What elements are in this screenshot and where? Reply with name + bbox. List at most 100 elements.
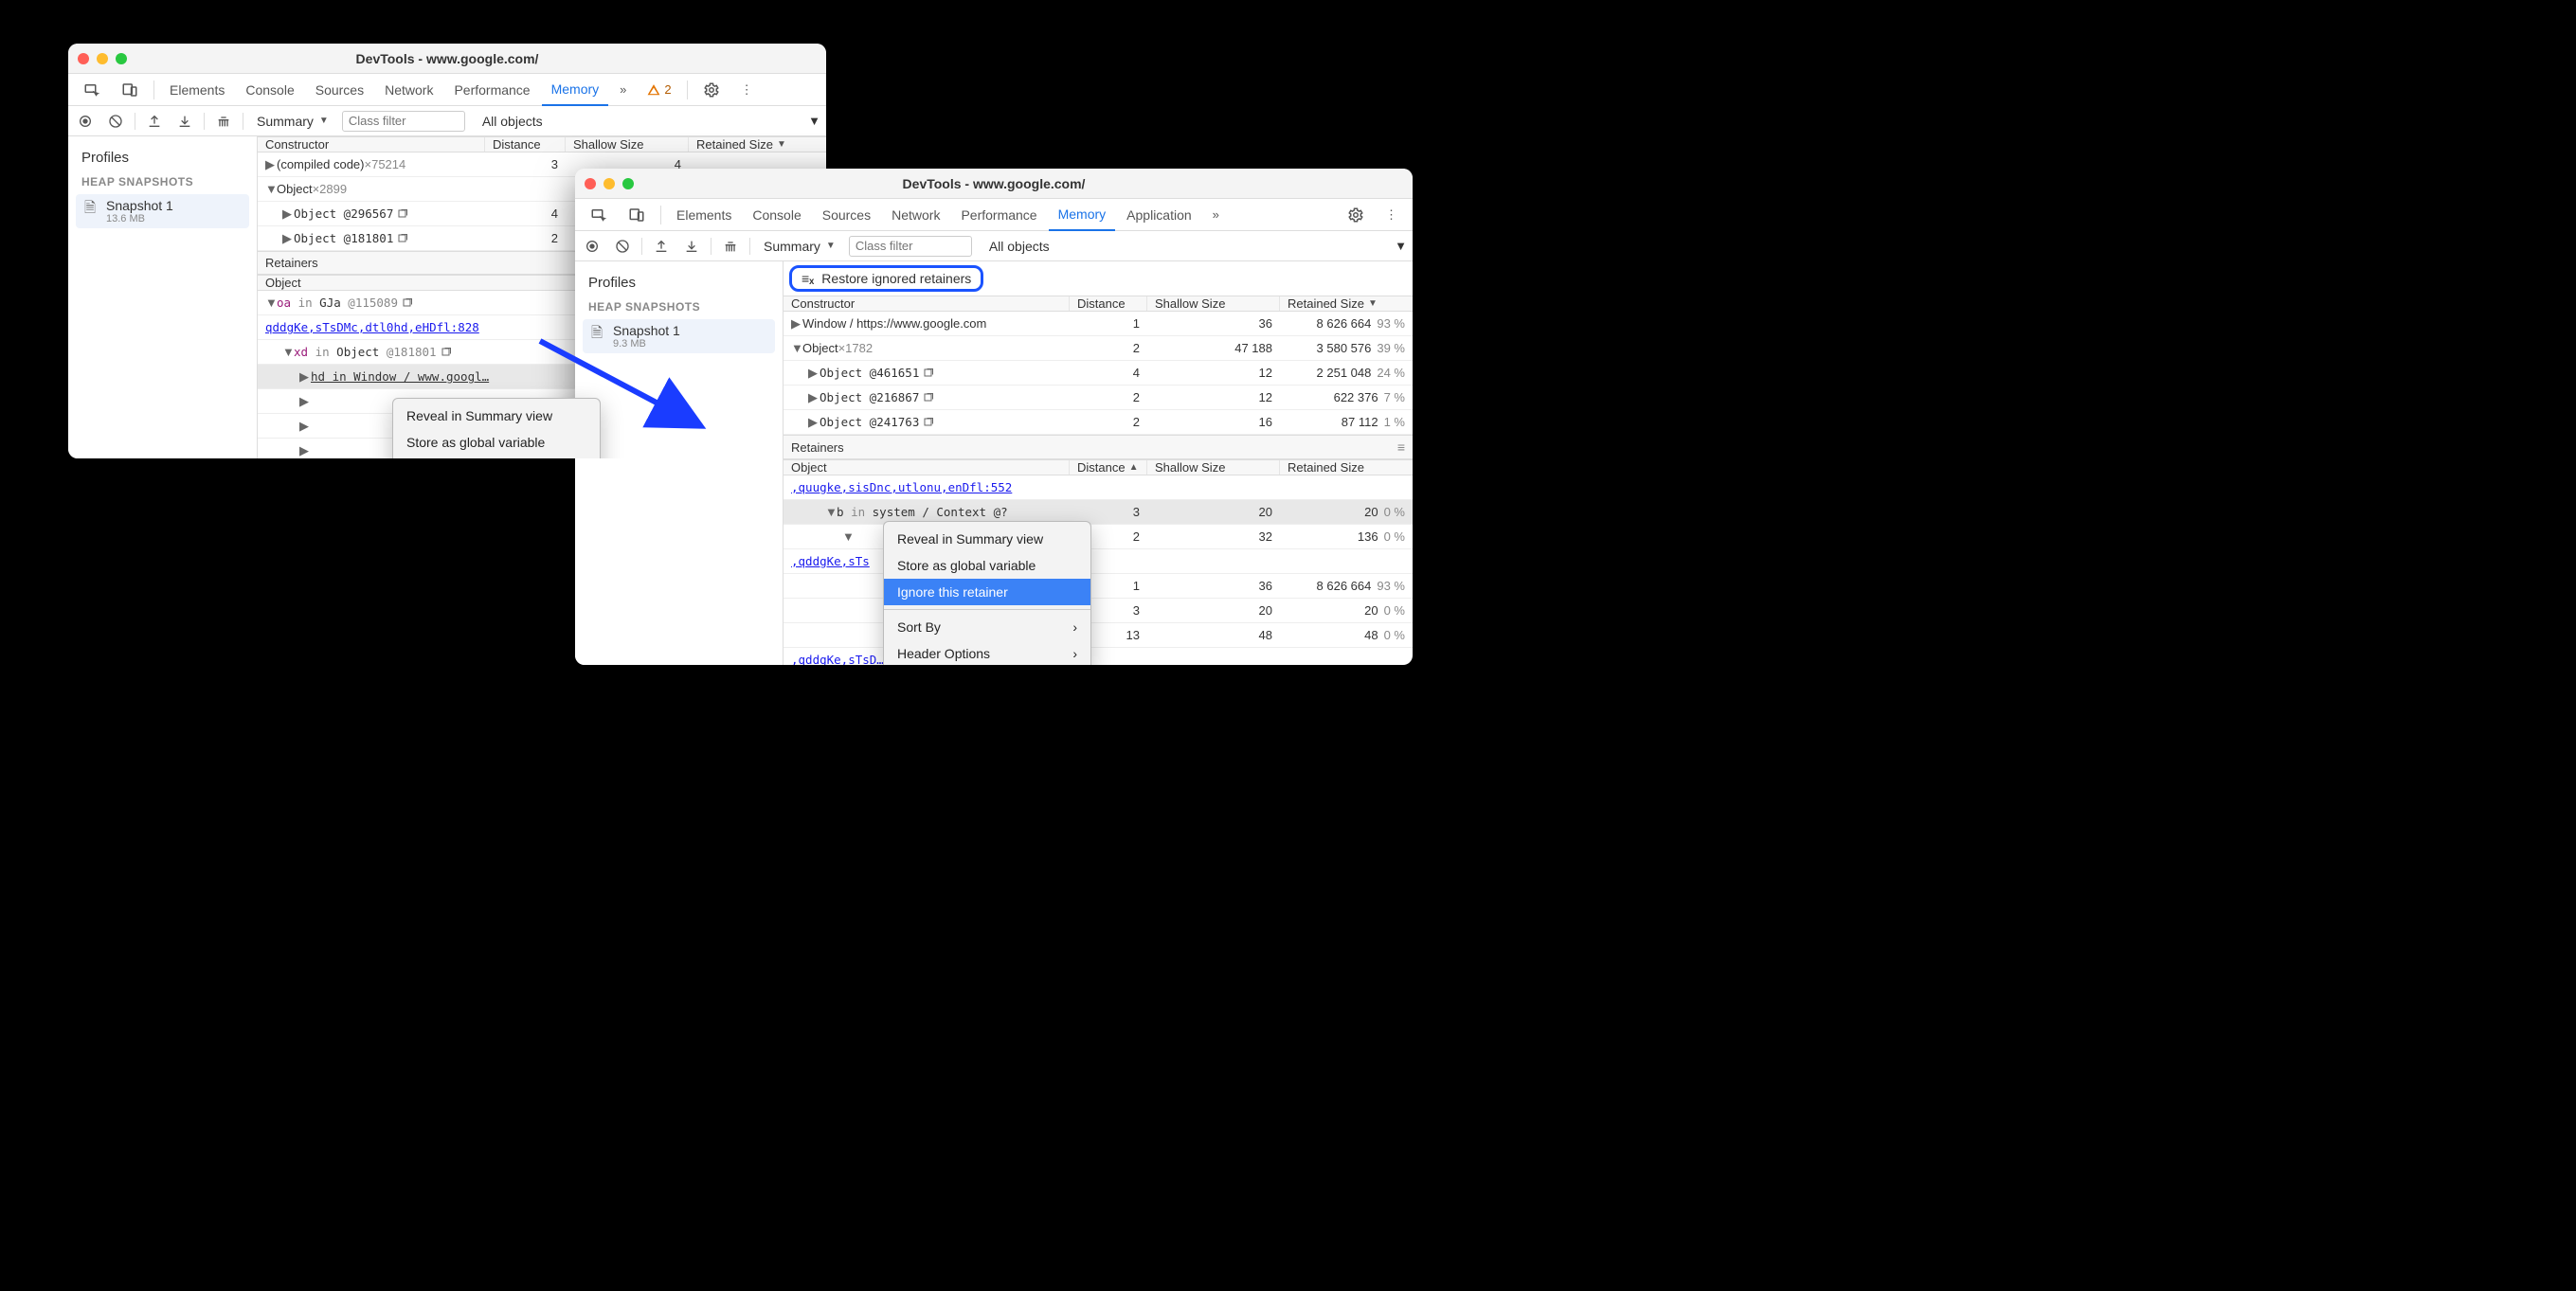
- expand-icon[interactable]: ▼: [791, 341, 801, 355]
- tab-elements[interactable]: Elements: [160, 74, 234, 106]
- col-distance[interactable]: Distance: [1070, 296, 1147, 311]
- zoom-icon[interactable]: [622, 178, 634, 189]
- ctx-reveal-summary[interactable]: Reveal in Summary view: [884, 526, 1090, 552]
- table-row[interactable]: ▼b in system / Context @?320200 %: [784, 500, 1413, 525]
- minimize-icon[interactable]: [603, 178, 615, 189]
- objects-filter-dropdown[interactable]: All objects: [983, 239, 1055, 254]
- expand-icon[interactable]: ▶: [808, 390, 818, 405]
- record-icon[interactable]: [74, 110, 97, 133]
- device-icon[interactable]: [112, 74, 148, 106]
- tab-sources[interactable]: Sources: [813, 199, 880, 231]
- table-row[interactable]: ▼2321360 %: [784, 525, 1413, 549]
- tab-memory[interactable]: Memory: [542, 74, 609, 106]
- clear-icon[interactable]: [611, 235, 634, 258]
- gc-icon[interactable]: [212, 110, 235, 133]
- table-row[interactable]: 1368 626 66493 %: [784, 574, 1413, 599]
- class-filter-input[interactable]: [849, 236, 972, 257]
- col-shallow[interactable]: Shallow Size: [1147, 460, 1280, 475]
- expand-icon[interactable]: ▶: [299, 394, 309, 409]
- snapshot-item[interactable]: 🗎 Snapshot 1 13.6 MB: [76, 194, 249, 228]
- expand-icon[interactable]: ▶: [282, 231, 292, 246]
- col-shallow[interactable]: Shallow Size: [566, 137, 689, 152]
- close-icon[interactable]: [78, 53, 89, 64]
- device-icon[interactable]: [619, 199, 655, 231]
- ctx-sort-by[interactable]: Sort By›: [884, 614, 1090, 640]
- col-retained[interactable]: Retained Size: [1280, 460, 1413, 475]
- expand-icon[interactable]: ▶: [282, 206, 292, 222]
- kebab-menu-icon[interactable]: ⋮: [731, 74, 763, 106]
- expand-icon[interactable]: ▶: [299, 419, 309, 434]
- more-tabs-icon[interactable]: »: [1203, 199, 1229, 231]
- expand-icon[interactable]: ▼: [842, 529, 852, 544]
- col-distance[interactable]: Distance▲: [1070, 460, 1147, 475]
- class-filter-input[interactable]: [342, 111, 465, 132]
- ctx-ignore-retainer[interactable]: Ignore this retainer: [884, 579, 1090, 605]
- expand-icon[interactable]: ▶: [299, 443, 309, 458]
- record-icon[interactable]: [581, 235, 603, 258]
- ctx-store-global[interactable]: Store as global variable: [393, 429, 600, 456]
- expand-icon[interactable]: ▶: [808, 366, 818, 381]
- gc-icon[interactable]: [719, 235, 742, 258]
- tab-elements[interactable]: Elements: [667, 199, 741, 231]
- col-retained[interactable]: Retained Size▼: [689, 137, 826, 152]
- tab-network[interactable]: Network: [375, 74, 442, 106]
- kebab-menu-icon[interactable]: ⋮: [1376, 199, 1407, 231]
- ctx-reveal-summary[interactable]: Reveal in Summary view: [393, 403, 600, 429]
- expand-icon[interactable]: ▼: [282, 345, 292, 359]
- table-row[interactable]: ,qddgKe,sTs: [784, 549, 1413, 574]
- col-retained[interactable]: Retained Size▼: [1280, 296, 1413, 311]
- caret-icon[interactable]: ▼: [808, 114, 820, 128]
- tab-sources[interactable]: Sources: [306, 74, 373, 106]
- settings-icon[interactable]: [1338, 199, 1374, 231]
- close-icon[interactable]: [585, 178, 596, 189]
- snapshot-item[interactable]: 🗎 Snapshot 1 9.3 MB: [583, 319, 775, 353]
- table-row[interactable]: 320200 %: [784, 599, 1413, 623]
- tab-memory[interactable]: Memory: [1049, 199, 1116, 231]
- objects-filter-dropdown[interactable]: All objects: [477, 114, 549, 129]
- table-row[interactable]: ▼Object ×1782247 1883 580 57639 %: [784, 336, 1413, 361]
- upload-icon[interactable]: [143, 110, 166, 133]
- table-row[interactable]: ▶Object @24176321687 1121 %: [784, 410, 1413, 435]
- view-dropdown[interactable]: Summary▼: [758, 239, 841, 254]
- expand-icon[interactable]: ▶: [808, 415, 818, 430]
- col-constructor[interactable]: Constructor: [784, 296, 1070, 311]
- inspect-icon[interactable]: [74, 74, 110, 106]
- col-distance[interactable]: Distance: [485, 137, 566, 152]
- caret-icon[interactable]: ▼: [1395, 239, 1407, 253]
- settings-icon[interactable]: [694, 74, 730, 106]
- tab-console[interactable]: Console: [743, 199, 810, 231]
- table-row[interactable]: ▶Object @4616514122 251 04824 %: [784, 361, 1413, 386]
- table-row[interactable]: ▶Window / https://www.google.com1368 626…: [784, 312, 1413, 336]
- zoom-icon[interactable]: [116, 53, 127, 64]
- tab-console[interactable]: Console: [236, 74, 303, 106]
- tab-application[interactable]: Application: [1117, 199, 1201, 231]
- col-constructor[interactable]: Constructor: [258, 137, 485, 152]
- col-shallow[interactable]: Shallow Size: [1147, 296, 1280, 311]
- upload-icon[interactable]: [650, 235, 673, 258]
- issues-warning[interactable]: 2: [638, 74, 680, 106]
- expand-icon[interactable]: ▼: [265, 182, 275, 196]
- expand-icon[interactable]: ▶: [791, 316, 801, 332]
- download-icon[interactable]: [173, 110, 196, 133]
- clear-icon[interactable]: [104, 110, 127, 133]
- tab-performance[interactable]: Performance: [444, 74, 539, 106]
- restore-ignored-retainers-button[interactable]: ≡ₓ Restore ignored retainers: [789, 265, 983, 292]
- table-row[interactable]: ,quugke,sisDnc,utlonu,enDfl:552: [784, 475, 1413, 500]
- tab-network[interactable]: Network: [882, 199, 949, 231]
- expand-icon[interactable]: ▶: [265, 157, 275, 172]
- table-row[interactable]: 1348480 %: [784, 623, 1413, 648]
- table-row[interactable]: ,qddgKe,sTsD…: [784, 648, 1413, 665]
- view-dropdown[interactable]: Summary▼: [251, 114, 334, 129]
- more-tabs-icon[interactable]: »: [610, 74, 636, 106]
- download-icon[interactable]: [680, 235, 703, 258]
- tab-performance[interactable]: Performance: [951, 199, 1046, 231]
- ctx-header-options[interactable]: Header Options›: [884, 640, 1090, 665]
- ctx-store-global[interactable]: Store as global variable: [884, 552, 1090, 579]
- inspect-icon[interactable]: [581, 199, 617, 231]
- expand-icon[interactable]: ▶: [299, 369, 309, 385]
- minimize-icon[interactable]: [97, 53, 108, 64]
- col-object[interactable]: Object: [784, 460, 1070, 475]
- hamburger-icon[interactable]: ≡: [1397, 439, 1405, 455]
- expand-icon[interactable]: ▼: [825, 505, 835, 519]
- table-row[interactable]: ▶Object @216867212622 3767 %: [784, 386, 1413, 410]
